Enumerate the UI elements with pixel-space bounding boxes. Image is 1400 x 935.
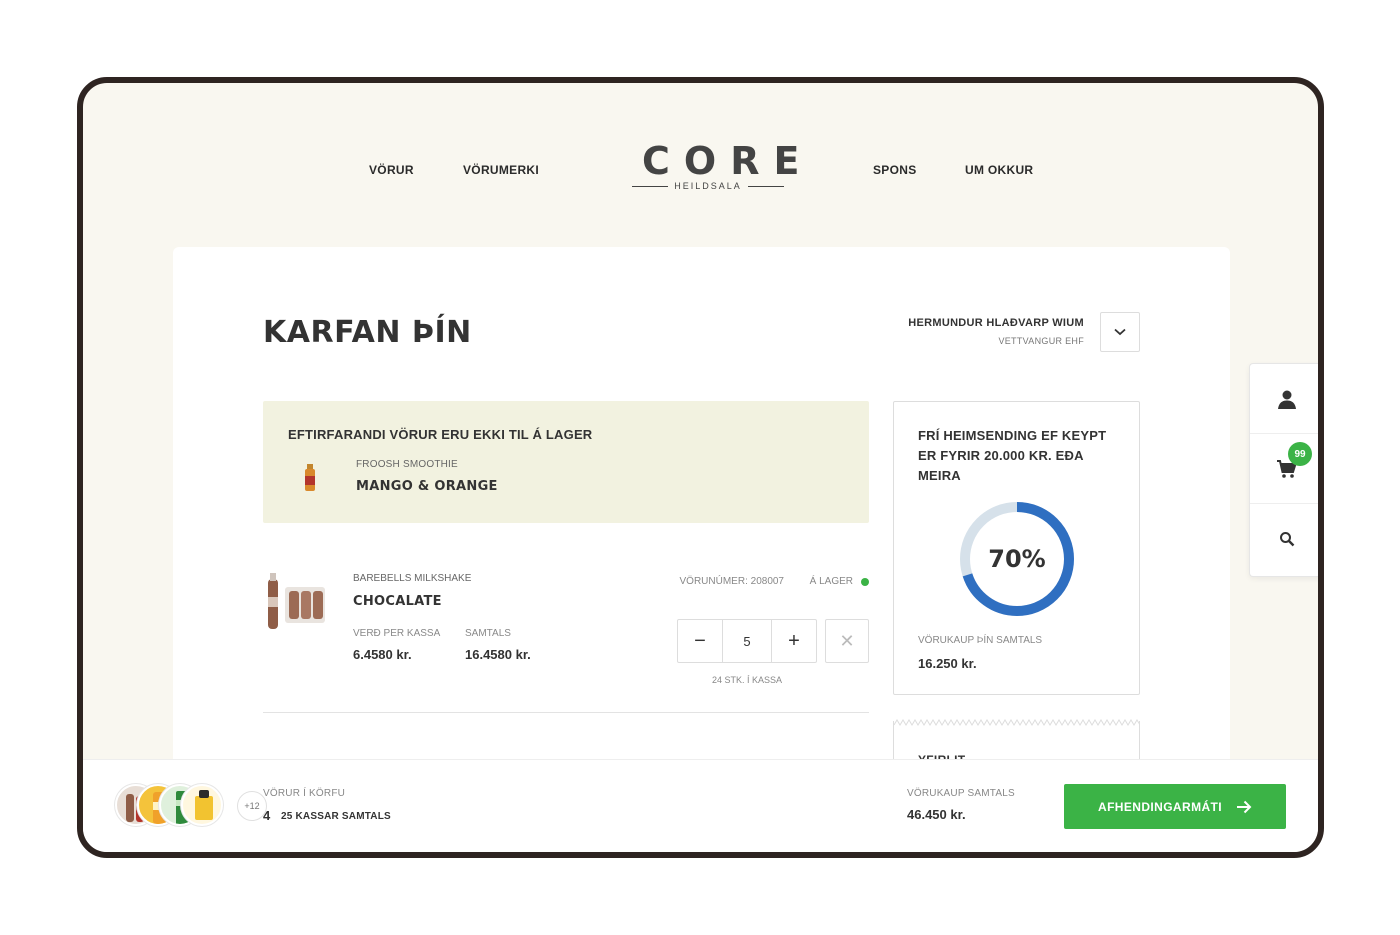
stock-label: Á LAGER — [809, 576, 853, 587]
quantity-stepper[interactable]: − 5 + — [677, 619, 817, 663]
shipping-total-label: VÖRUKAUP ÞÍN SAMTALS — [918, 635, 1043, 646]
quantity-value[interactable]: 5 — [722, 620, 772, 662]
delivery-method-button[interactable]: AFHENDINGARMÁTI — [1064, 784, 1286, 829]
decrease-quantity-button[interactable]: − — [678, 620, 722, 662]
search-icon — [1280, 532, 1295, 547]
cart-thumbnails: +12 — [115, 784, 267, 828]
cart-card: KARFAN ÞÍN HERMUNDUR HLAÐVARP WIUM VETTV… — [173, 247, 1230, 807]
arrow-right-icon — [1237, 800, 1252, 813]
order-total-label: VÖRUKAUP SAMTALS — [907, 788, 1015, 799]
total-value: 16.4580 kr. — [465, 647, 531, 662]
pack-note: 24 STK. Í KASSA — [711, 675, 783, 685]
stock-status-dot — [861, 578, 869, 586]
price-value: 6.4580 kr. — [353, 647, 412, 662]
items-in-cart-count: 4 — [263, 808, 271, 823]
close-icon: ✕ — [839, 630, 855, 651]
account-button[interactable] — [1250, 364, 1318, 434]
out-of-stock-brand: FROOSH SMOOTHIE — [356, 459, 458, 470]
chevron-down-icon — [1114, 328, 1126, 336]
boxes-total-label: 25 KASSAR SAMTALS — [281, 811, 391, 822]
cart-count-badge: 99 — [1288, 442, 1312, 466]
out-of-stock-product[interactable]: MANGO & ORANGE — [356, 479, 498, 494]
logo-line-right — [747, 185, 784, 187]
out-of-stock-notice: EFTIRFARANDI VÖRUR ERU EKKI TIL Á LAGER … — [263, 401, 869, 523]
sku-label: VÖRUNÚMER: 208007 — [679, 576, 784, 587]
search-button[interactable] — [1250, 504, 1318, 574]
items-in-cart-label: VÖRUR Í KÖRFU — [263, 788, 346, 799]
quick-actions-bar: 99 — [1249, 363, 1318, 577]
remove-item-button[interactable]: ✕ — [825, 619, 869, 663]
page-title: KARFAN ÞÍN — [263, 315, 472, 350]
user-menu-button[interactable] — [1100, 312, 1140, 352]
delivery-method-label: AFHENDINGARMÁTI — [1098, 799, 1222, 814]
user-company: VETTVANGUR EHF — [998, 336, 1084, 346]
nav-brands[interactable]: VÖRUMERKI — [463, 163, 539, 177]
out-of-stock-title: EFTIRFARANDI VÖRUR ERU EKKI TIL Á LAGER — [288, 427, 593, 442]
logo-word: CORE — [642, 139, 814, 183]
item-brand: BAREBELLS MILKSHAKE — [353, 573, 472, 584]
nav-products[interactable]: VÖRUR — [369, 163, 414, 177]
price-label: VERÐ PER KASSA — [353, 628, 441, 639]
nav-spons[interactable]: SPONS — [873, 163, 917, 177]
total-label: SAMTALS — [465, 628, 511, 639]
nav-about[interactable]: UM OKKUR — [965, 163, 1033, 177]
cart-button[interactable]: 99 — [1250, 434, 1318, 504]
shipping-total-value: 16.250 kr. — [918, 656, 977, 671]
thumb-snack — [181, 784, 223, 826]
milkshake-product-image — [268, 573, 325, 629]
cart-footer: +12 VÖRUR Í KÖRFU 4 25 KASSAR SAMTALS VÖ… — [83, 759, 1318, 852]
free-shipping-panel: FRÍ HEIMSENDING EF KEYPT ER FYRIR 20.000… — [893, 401, 1140, 695]
logo-line-left — [632, 185, 669, 187]
increase-quantity-button[interactable]: + — [772, 620, 816, 662]
order-total-value: 46.450 kr. — [907, 807, 966, 822]
item-name[interactable]: CHOCALATE — [353, 594, 442, 609]
logo-subtitle-text: HEILDSALA — [674, 181, 742, 191]
smoothie-bottle-image — [305, 464, 315, 491]
user-icon — [1278, 390, 1296, 409]
progress-percent: 70% — [988, 545, 1046, 573]
zigzag-edge — [894, 719, 1139, 726]
free-shipping-title: FRÍ HEIMSENDING EF KEYPT ER FYRIR 20.000… — [918, 428, 1107, 483]
cart-item: BAREBELLS MILKSHAKE CHOCALATE VERÐ PER K… — [263, 567, 869, 713]
app-window: VÖRUR VÖRUMERKI CORE HEILDSALA SPONS UM … — [77, 77, 1324, 858]
logo[interactable]: CORE HEILDSALA — [628, 139, 814, 191]
user-name: HERMUNDUR HLAÐVARP WIUM — [908, 317, 1084, 329]
